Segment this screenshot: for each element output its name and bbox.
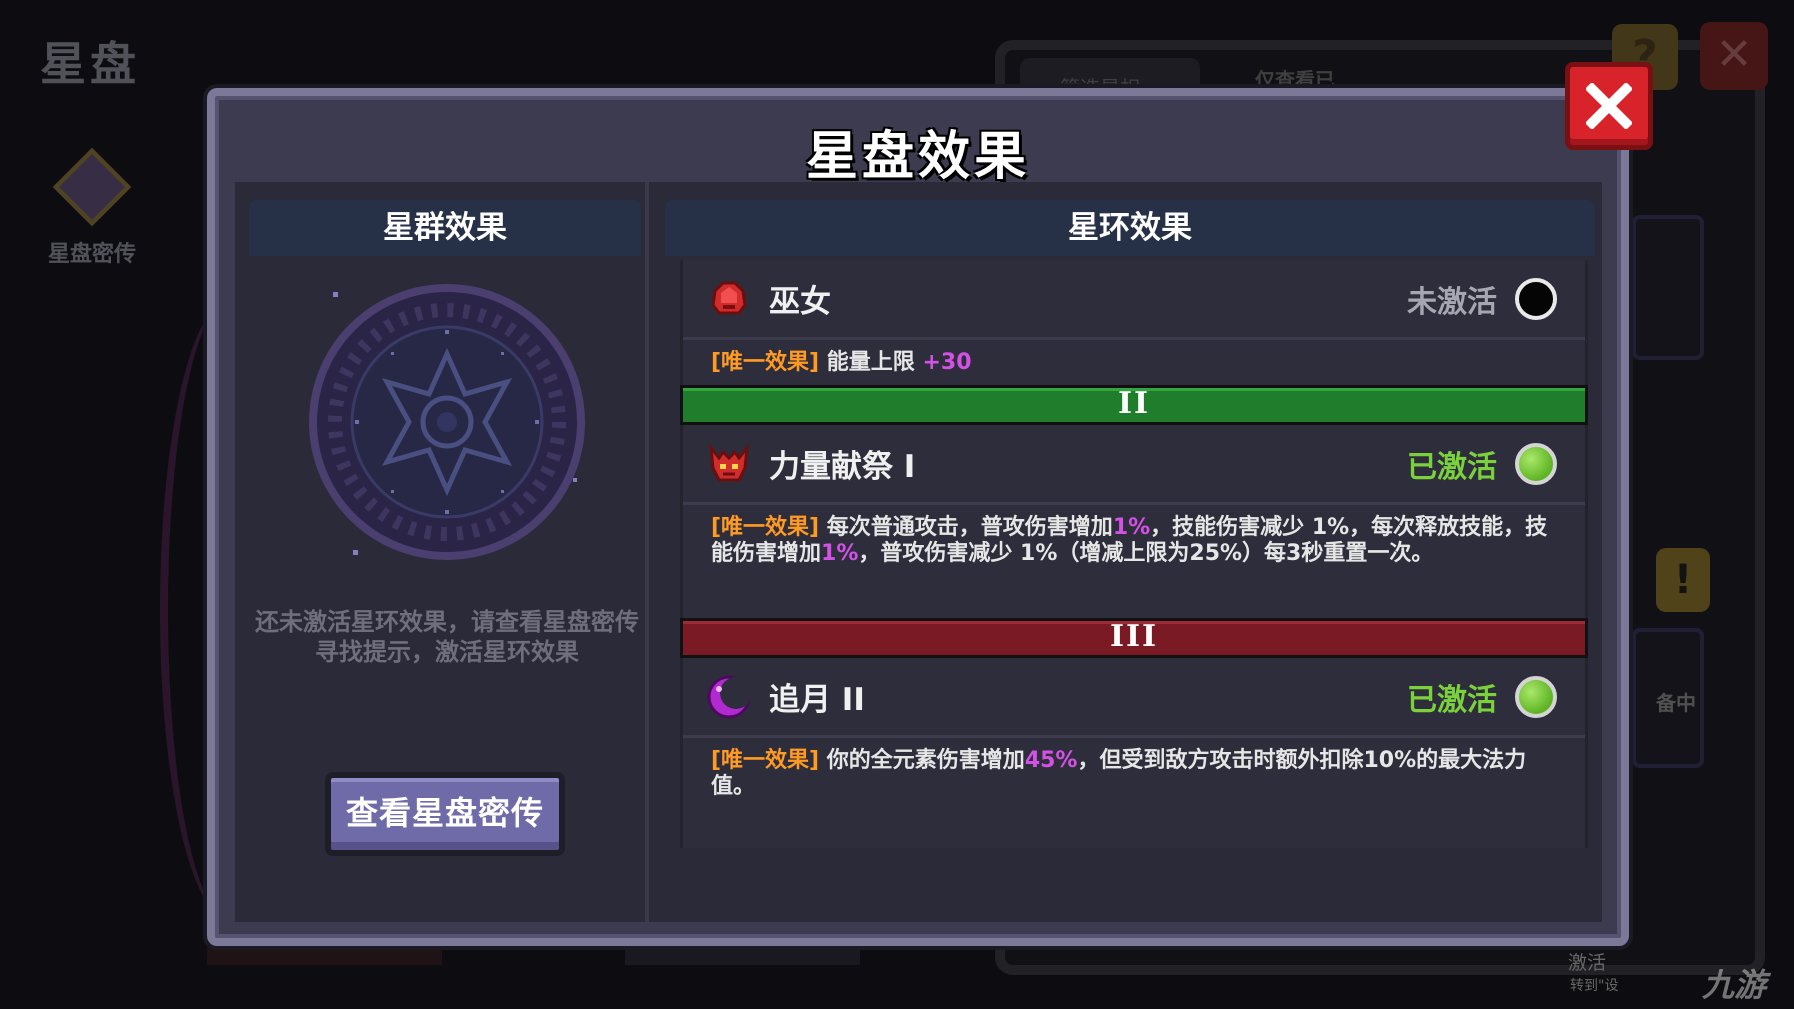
- constellation-effects-header: 星群效果: [249, 200, 641, 256]
- effect-text: 每次普通攻击，普攻伤害增加: [826, 515, 1113, 540]
- red-demon-icon: [709, 442, 749, 481]
- effect-value: 45%: [1024, 748, 1078, 773]
- unique-effect-tag: [唯一效果]: [711, 748, 820, 773]
- effect-value: 1%: [821, 541, 859, 566]
- unique-effect-tag: [唯一效果]: [711, 515, 820, 540]
- ring-effect-item: 追月 II 已激活 [唯一效果] 你的全元素伤害增加45%，但受到敌方攻击时额外…: [680, 658, 1588, 848]
- active-indicator: [1515, 675, 1557, 718]
- close-icon: [1586, 83, 1632, 129]
- effect-text: 能量上限: [826, 350, 923, 375]
- constellation-effects-column: 星群效果 还未激活星环效果，请查看星盘密传寻找提示，激活星环效果 查看星盘密传: [235, 182, 649, 922]
- view-star-secrets-button[interactable]: 查看星盘密传: [325, 772, 565, 856]
- effect-status: 已激活: [1407, 449, 1497, 485]
- purple-moon-icon: [707, 675, 752, 718]
- ring-effect-item: 巫女 未激活 [唯一效果] 能量上限 +30: [680, 260, 1588, 385]
- ring-effect-item: 力量献祭 I 已激活 [唯一效果] 每次普通攻击，普攻伤害增加1%，技能伤害减少…: [680, 425, 1588, 618]
- inactive-indicator: [1515, 277, 1557, 320]
- effect-value: 1%: [1112, 515, 1151, 540]
- no-ring-effect-hint: 还未激活星环效果，请查看星盘密传寻找提示，激活星环效果: [255, 608, 639, 666]
- effect-status: 未激活: [1407, 284, 1497, 320]
- effect-status: 已激活: [1407, 682, 1497, 718]
- watermark-logo: 九游: [1702, 966, 1767, 1004]
- dialog-body: 星群效果 还未激活星环效果，请查看星盘密传寻找提示，激活星环效果 查看星盘密传 …: [235, 182, 1602, 922]
- effect-text: 你的全元素伤害增加: [826, 748, 1025, 773]
- star-effects-dialog: 星盘效果 星群效果 还未激活星环效果，请查看星盘密传寻找提示，激活星环效果 查看…: [207, 88, 1629, 946]
- dialog-title: 星盘效果: [805, 127, 1030, 187]
- effect-description: [唯一效果] 每次普通攻击，普攻伤害增加1%，技能伤害减少 1%，每次释放技能，…: [683, 505, 1585, 567]
- star-disc-icon: [309, 284, 585, 560]
- effect-description: [唯一效果] 你的全元素伤害增加45%，但受到敌方攻击时额外扣除10%的最大法力…: [683, 738, 1585, 800]
- effect-name: 巫女: [769, 284, 831, 320]
- effect-value: +30: [922, 350, 972, 375]
- tier-iii-bar: III: [680, 618, 1588, 658]
- effect-description: [唯一效果] 能量上限 +30: [683, 340, 1585, 376]
- active-indicator: [1515, 442, 1557, 485]
- effect-name: 力量献祭 I: [769, 449, 916, 485]
- close-button[interactable]: [1565, 62, 1653, 150]
- unique-effect-tag: [唯一效果]: [711, 350, 820, 375]
- tier-ii-bar: II: [680, 385, 1588, 425]
- effect-name: 追月 II: [769, 682, 865, 718]
- red-helmet-icon: [711, 281, 747, 314]
- ring-effects-list: 巫女 未激活 [唯一效果] 能量上限 +30 II 力量献祭 I 已激活 [唯一…: [680, 260, 1588, 848]
- effect-text: ，普攻伤害减少 1%（增减上限为25%）每3秒重置一次。: [858, 541, 1434, 566]
- star-ring-effects-header: 星环效果: [665, 200, 1595, 256]
